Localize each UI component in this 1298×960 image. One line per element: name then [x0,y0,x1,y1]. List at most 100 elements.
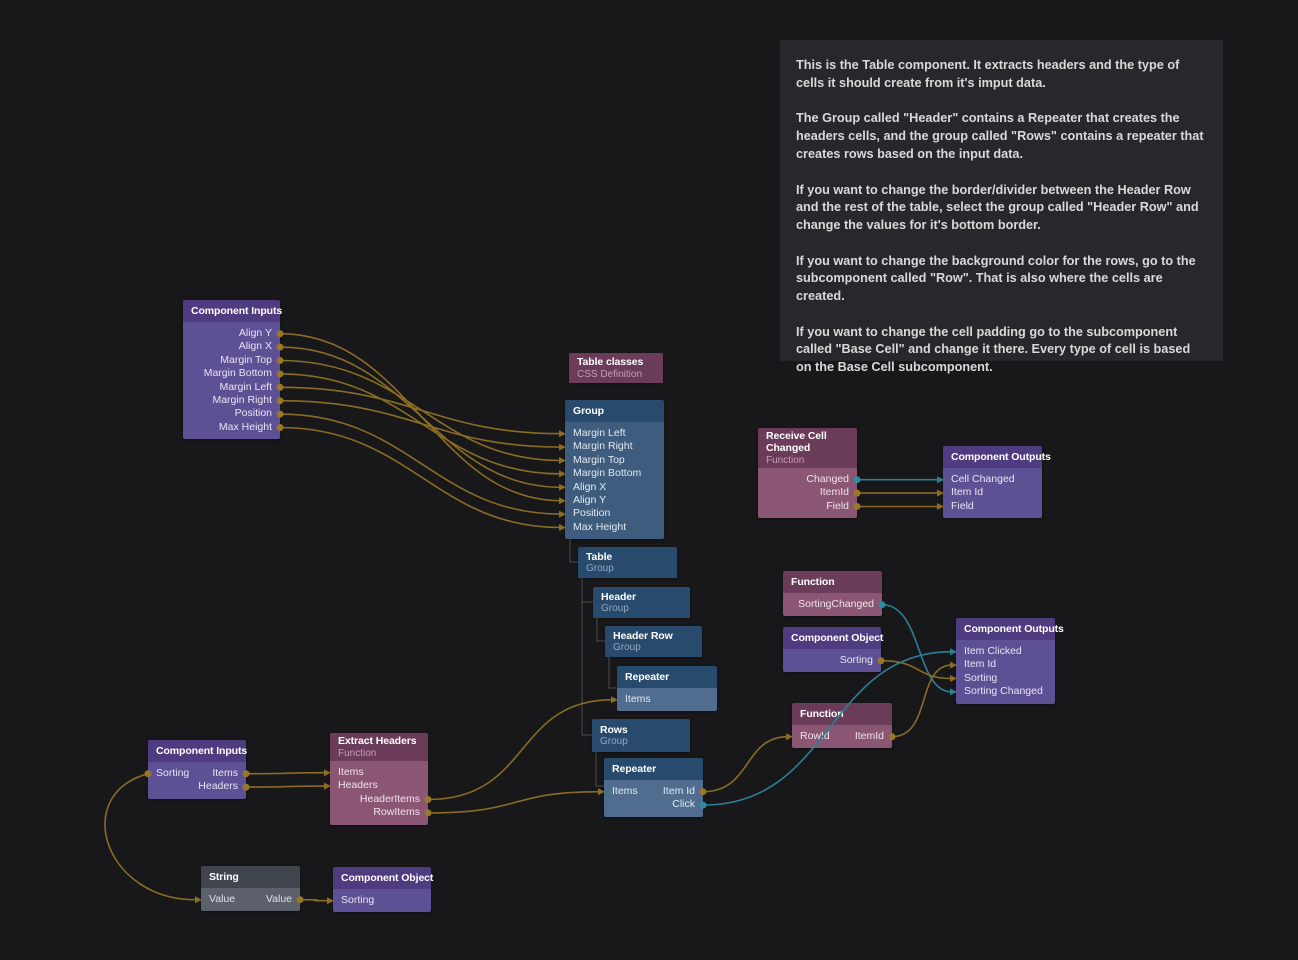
port-align-y[interactable]: Align Y [239,327,272,340]
port-margin-right[interactable]: Margin Right [573,440,633,453]
port-cell-changed[interactable]: Cell Changed [951,473,1015,486]
port-margin-top[interactable]: Margin Top [573,454,625,467]
wire-align-x[interactable] [280,347,561,487]
port-headers[interactable]: Headers [338,779,378,792]
wire-items-to-items[interactable] [246,773,326,774]
port-position[interactable]: Position [573,507,610,520]
port-field[interactable]: Field [826,500,849,513]
port-align-x[interactable]: Align X [573,481,606,494]
node-title: Repeater [612,763,695,776]
node-title: Header [601,591,682,604]
port-margin-left[interactable]: Margin Left [219,381,272,394]
port-row: Max Height [183,421,280,434]
wire-margin-right[interactable] [280,401,561,447]
node-repeater-header[interactable]: RepeaterItems [617,666,717,711]
wire-position[interactable] [280,414,561,514]
wire-align-y[interactable] [280,334,561,501]
wire-sortingchanged-to-sorting-changed[interactable] [882,605,952,692]
port-changed[interactable]: Changed [806,473,849,486]
port-margin-top[interactable]: Margin Top [220,354,272,367]
port-items[interactable]: Items [625,693,651,706]
wire-margin-top[interactable] [280,361,561,461]
port-headeritems[interactable]: HeaderItems [360,793,420,806]
port-row: Sorting [333,894,431,907]
hierarchy-link [582,578,592,735]
node-subtitle: Function [766,455,849,467]
port-sorting-changed[interactable]: Sorting Changed [964,685,1043,698]
port-itemid[interactable]: ItemId [855,730,884,743]
port-items[interactable]: Items [612,785,638,798]
port-row: Sorting Items [148,767,246,780]
port-items[interactable]: Items [212,767,238,780]
node-repeater-rows[interactable]: Repeater Items Item IdClick [604,758,703,817]
node-header: Component Inputs [148,740,246,762]
wire-fn-itemid-to-item-id[interactable] [892,665,952,737]
port-max-height[interactable]: Max Height [573,521,626,534]
node-rows-group[interactable]: RowsGroup [592,719,690,752]
port-row: Margin Right [565,440,664,453]
node-function-sorting-changed[interactable]: FunctionSortingChanged [783,571,882,616]
port-headers[interactable]: Headers [198,780,238,793]
port-value[interactable]: Value [266,893,292,906]
port-item-clicked[interactable]: Item Clicked [964,645,1022,658]
wire-sorting-to-sorting[interactable] [881,661,952,679]
port-row: Margin Right [183,394,280,407]
port-item-id[interactable]: Item Id [964,658,996,671]
port-sorting[interactable]: Sorting [840,654,873,667]
port-row: Headers [330,779,428,792]
port-field[interactable]: Field [951,500,974,513]
node-header-row-group[interactable]: Header RowGroup [605,626,702,657]
node-header-group[interactable]: HeaderGroup [593,587,690,618]
node-string-node[interactable]: StringValueValue [201,866,300,911]
port-items[interactable]: Items [338,766,364,779]
node-table-group[interactable]: TableGroup [578,547,677,578]
wire-headeritems-to-items[interactable] [428,700,613,800]
node-component-outputs-top[interactable]: Component OutputsCell ChangedItem IdFiel… [943,446,1042,518]
node-component-outputs-right[interactable]: Component OutputsItem ClickedItem IdSort… [956,618,1055,704]
port-row: Click [604,798,703,811]
port-row: Margin Top [183,354,280,367]
node-component-inputs-bottom[interactable]: Component Inputs Sorting ItemsHeaders [148,740,246,799]
port-position[interactable]: Position [235,407,272,420]
port-sorting[interactable]: Sorting [964,672,997,685]
port-margin-right[interactable]: Margin Right [212,394,272,407]
port-align-y[interactable]: Align Y [573,494,606,507]
port-align-x[interactable]: Align X [239,340,272,353]
port-sorting[interactable]: Sorting [341,894,374,907]
port-itemid[interactable]: ItemId [820,486,849,499]
port-rowid[interactable]: RowId [800,730,830,743]
comment-panel[interactable]: This is the Table component. It extracts… [780,40,1223,361]
port-margin-bottom[interactable]: Margin Bottom [204,367,272,380]
port-item-id[interactable]: Item Id [951,486,983,499]
node-extract-headers[interactable]: Extract HeadersFunctionItemsHeadersHeade… [330,733,428,825]
port-margin-left[interactable]: Margin Left [573,427,626,440]
wire-item-id-to-rowid[interactable] [703,737,788,792]
node-component-object-bottom[interactable]: Component ObjectSorting [333,867,431,912]
port-max-height[interactable]: Max Height [219,421,272,434]
port-margin-bottom[interactable]: Margin Bottom [573,467,641,480]
node-component-object-sorting[interactable]: Component ObjectSorting [783,627,881,672]
wire-headers-to-headers[interactable] [246,786,326,787]
wire-rowitems-to-items[interactable] [428,792,600,813]
port-item-id[interactable]: Item Id [663,785,695,798]
wire-max-height[interactable] [280,428,561,528]
port-rowitems[interactable]: RowItems [373,806,420,819]
node-editor-canvas[interactable]: This is the Table component. It extracts… [0,0,1298,960]
node-function-rowid[interactable]: FunctionRowIdItemId [792,703,892,748]
wire-value-to-sorting[interactable] [300,900,329,901]
port-row: SortingChanged [783,598,882,611]
node-component-inputs-top[interactable]: Component InputsAlign YAlign XMargin Top… [183,300,280,439]
port-row: RowId ItemId [792,730,892,743]
wire-margin-left[interactable] [280,387,561,433]
port-click[interactable]: Click [672,798,695,811]
port-row: Item Clicked [956,645,1055,658]
port-value[interactable]: Value [209,893,235,906]
port-row: Margin Left [565,427,664,440]
port-row: Field [943,500,1042,513]
node-table-classes[interactable]: Table classesCSS Definition [569,353,663,383]
port-sorting[interactable]: Sorting [156,767,189,780]
wire-margin-bottom[interactable] [280,374,561,474]
node-receive-cell-changed[interactable]: Receive Cell ChangedFunctionChangedItemI… [758,428,857,518]
port-sortingchanged[interactable]: SortingChanged [798,598,874,611]
node-group-main[interactable]: GroupMargin LeftMargin RightMargin TopMa… [565,400,664,539]
